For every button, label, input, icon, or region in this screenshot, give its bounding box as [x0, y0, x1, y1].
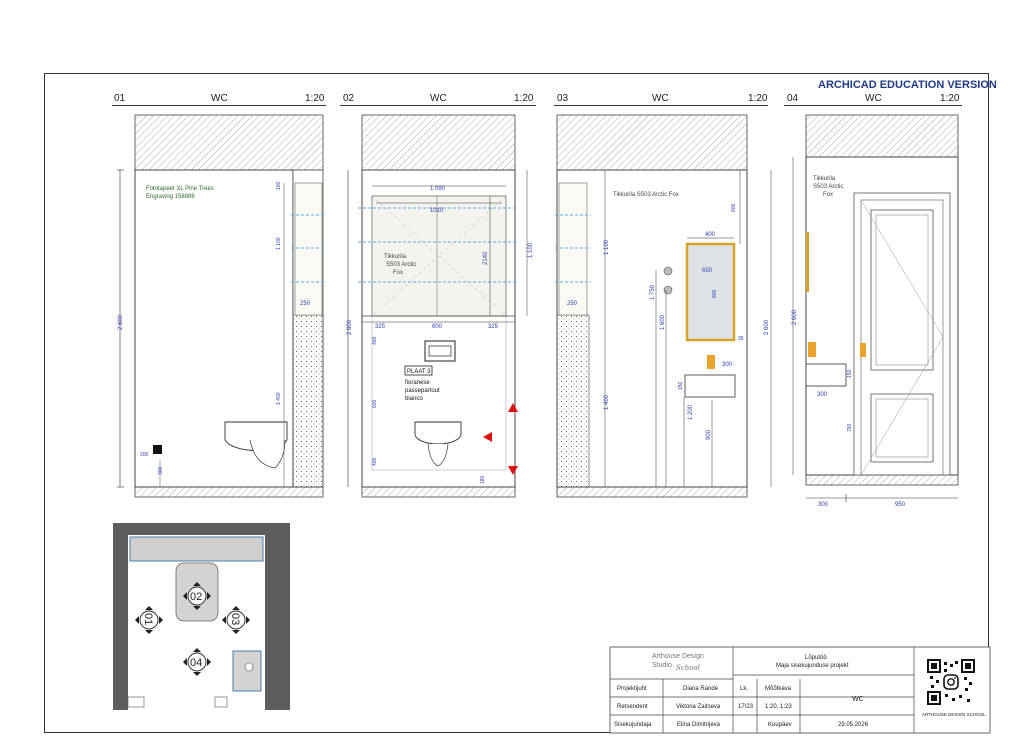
v3-dim-800: 800	[712, 289, 718, 298]
floor-plan: 02 01 03 04	[113, 523, 290, 710]
title-block: Arthouse Design Studio School Lõputöö Ma…	[609, 646, 991, 734]
v1-dim-top: 100	[276, 181, 282, 190]
v2-paint-1: Tikkurila	[384, 254, 407, 260]
elevation-drawings: Fototapeet XL Pine Trees Engraving 15888…	[113, 114, 991, 734]
v3-dim-300: 300	[722, 362, 733, 368]
v4-dim-300-sink: 300	[817, 392, 828, 398]
v2-dim-325a: 325	[375, 324, 386, 330]
svg-text:01: 01	[142, 613, 154, 625]
v1-dim-height: 2 600	[118, 314, 124, 330]
v1-note-line1: Fototapeet XL Pine Trees	[146, 186, 214, 192]
v4-dim-2600: 2 600	[792, 309, 798, 325]
row1-role: Projektijuht	[617, 686, 647, 692]
studio-line1: Arthouse Design	[652, 653, 704, 660]
v2-tile-2: passepartout	[405, 388, 440, 394]
v3-dim-1200: 1 200	[688, 404, 694, 420]
v3-dim-400: 400	[705, 232, 716, 238]
v4-paint-2: S503 Arctic	[813, 184, 843, 190]
project-line1: Lõputöö	[805, 655, 827, 661]
elevation-02: 1 090 1010 2140 1 100 2 600 325 600 325 …	[347, 114, 534, 498]
v2-dim-1010: 1010	[430, 208, 444, 214]
sheet-title: WC	[852, 696, 864, 703]
v2-dim-1090: 1 090	[430, 186, 446, 192]
v3-dim-1100: 1 100	[604, 239, 610, 255]
v3-paint: Tikkurila S503 Arctic Fox	[613, 192, 679, 198]
elevation-01: Fototapeet XL Pine Trees Engraving 15888…	[117, 114, 324, 498]
row3-role: Sisekujundaja	[614, 722, 652, 728]
row3-name: Elina Dimitrijeva	[677, 722, 721, 728]
v2-dim-180: 180	[480, 475, 486, 484]
v2-paint-3: Fox	[393, 270, 403, 276]
v3-dim-1600: 1 600	[660, 314, 666, 330]
v2-tile-1: fioranese	[405, 380, 430, 386]
v3-dim-35: 35	[738, 336, 744, 342]
v2-dim-600v: 600	[372, 399, 378, 408]
row1-name: Diana Rande	[683, 686, 719, 692]
v4-dim-150: 150	[847, 369, 853, 378]
v2-dim-400b: 400	[372, 457, 378, 466]
v1-note-line2: Engraving 158886	[146, 194, 195, 200]
v3-dim-600: 600	[731, 203, 737, 212]
v4-dim-750: 750	[847, 423, 853, 432]
v3-dim-1400: 1 400	[604, 394, 610, 410]
qr-caption: ARTHOUSE DESIGN SCHOOL	[922, 712, 986, 717]
qr-code-icon	[927, 659, 975, 705]
svg-text:04: 04	[190, 657, 202, 669]
row2-k1: 17/23	[738, 704, 754, 710]
v2-dim-600: 600	[432, 324, 443, 330]
v1-dim-shelf: 1 100	[276, 237, 282, 250]
v4-dim-300: 300	[818, 502, 829, 508]
v3-dim-250: 250	[567, 301, 578, 307]
project-line2: Maja sisekujunduse projekt	[776, 663, 849, 669]
v1-dim-lower: 1 400	[276, 392, 282, 405]
v2-paint-2: S503 Arctic	[386, 262, 416, 268]
elevation-03: Tikkurila S503 Arctic Fox 600 400 650 80…	[555, 114, 772, 498]
v3-dim-1750: 1 750	[650, 284, 656, 300]
v3-dim-900: 900	[706, 429, 712, 440]
v2-dim-2140: 2140	[483, 251, 489, 265]
row3-k2: Kuupäev	[768, 722, 792, 728]
v4-dim-950: 950	[895, 502, 906, 508]
row1-k2: Mõõtkava	[765, 686, 792, 692]
sheet-date: 29.05.2026	[838, 722, 869, 728]
elevation-04: Tikkurila S503 Arctic Fox 2 600 300 150 …	[792, 114, 959, 508]
v3-dim-150: 150	[678, 381, 684, 390]
v4-paint-3: Fox	[823, 192, 833, 198]
row2-k2: 1:20, 1:23	[765, 704, 792, 710]
row1-k1: Lk.	[740, 686, 748, 692]
svg-text:02: 02	[190, 591, 202, 603]
studio-script: School	[676, 664, 700, 672]
v4-paint-1: Tikkurila	[813, 176, 836, 182]
svg-text:03: 03	[229, 613, 241, 625]
v2-tile-3: bianco	[405, 396, 423, 402]
v2-dim-325b: 325	[488, 324, 499, 330]
row2-role: Retsendent	[617, 704, 648, 710]
v3-dim-2600: 2 600	[764, 319, 770, 335]
v1-dim-300: 300	[158, 466, 164, 475]
v2-dim-2600: 2 600	[347, 319, 353, 335]
v1-dim-200: 200	[140, 452, 149, 458]
row2-name: Viktoria Zaitseva	[676, 704, 721, 710]
v3-dim-650: 650	[702, 268, 713, 274]
studio-line2: Studio	[652, 662, 672, 669]
v2-dim-1100: 1 100	[528, 242, 534, 258]
v2-tile-tag: PLAAT 3	[407, 369, 431, 375]
v2-dim-400a: 400	[372, 336, 378, 345]
v1-dim-depth: 250	[300, 301, 311, 307]
